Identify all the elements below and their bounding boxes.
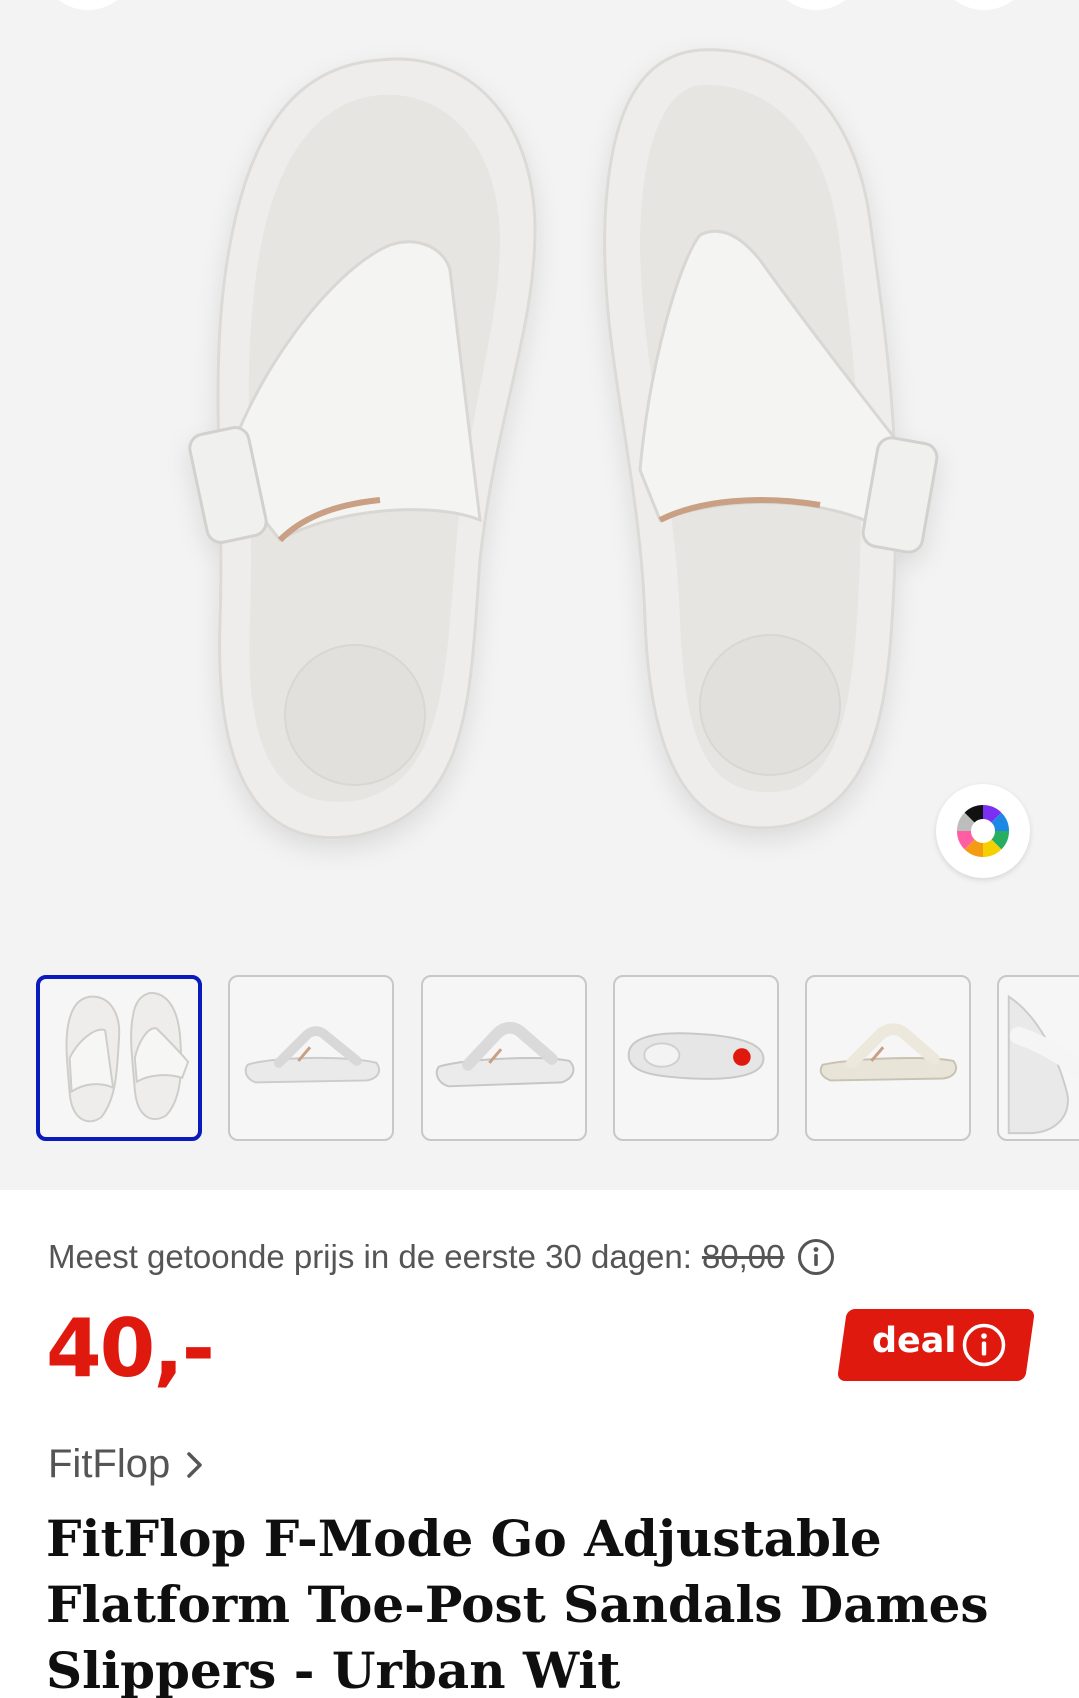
- thumbnail-strip[interactable]: [36, 975, 1079, 1141]
- deal-badge[interactable]: deal: [836, 1309, 1036, 1381]
- info-icon[interactable]: [797, 1238, 835, 1276]
- thumbnail-2[interactable]: [228, 975, 394, 1141]
- product-gallery: [0, 0, 1079, 1190]
- sandal-side-view-2-thumbnail: [435, 1021, 575, 1088]
- sandal-beige-side-view-thumbnail: [819, 1023, 957, 1082]
- thumbnail-5[interactable]: [805, 975, 971, 1141]
- deal-label: deal: [872, 1321, 957, 1361]
- thumbnail-3[interactable]: [421, 975, 587, 1141]
- current-price: 40,-: [46, 1302, 215, 1395]
- deal-info-icon[interactable]: [961, 1322, 1007, 1368]
- sandals-top-view-thumbnail: [65, 991, 190, 1123]
- lowest-price-value: 80,00: [701, 1238, 785, 1275]
- lowest-price-info: Meest getoonde prijs in de eerste 30 dag…: [48, 1238, 835, 1276]
- sandal-side-view-thumbnail: [244, 1026, 380, 1084]
- main-product-image[interactable]: [0, 0, 1079, 900]
- brand-name: FitFlop: [48, 1442, 171, 1486]
- sandal-sole-view-thumbnail: [627, 1032, 765, 1080]
- chevron-right-icon: [187, 1451, 202, 1478]
- lowest-price-label: Meest getoonde prijs in de eerste 30 dag…: [48, 1238, 692, 1275]
- thumbnail-1[interactable]: [36, 975, 202, 1141]
- sandal-detail-thumbnail: [1007, 994, 1079, 1135]
- color-picker-button[interactable]: [936, 784, 1030, 878]
- brand-link[interactable]: FitFlop: [48, 1442, 206, 1487]
- thumbnail-4[interactable]: [613, 975, 779, 1141]
- product-title: FitFlop F-Mode Go Adjustable Flatform To…: [46, 1509, 989, 1698]
- thumbnail-6[interactable]: [997, 975, 1079, 1141]
- color-wheel-icon: [957, 805, 1009, 857]
